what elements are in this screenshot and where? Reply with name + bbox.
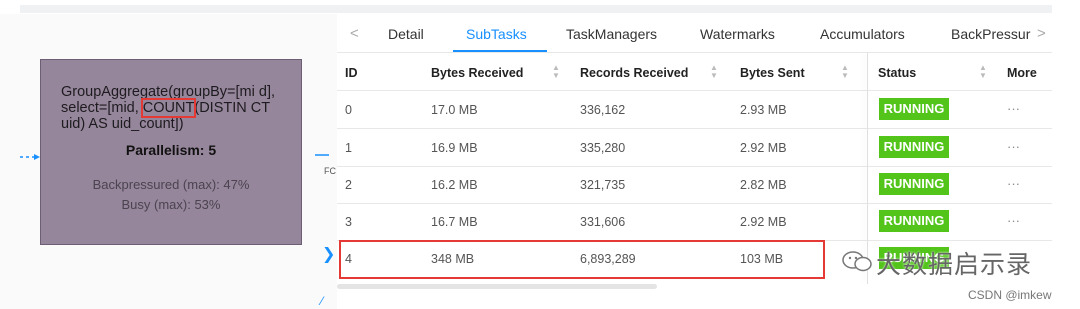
tab-accumulators[interactable]: Accumulators bbox=[820, 26, 905, 42]
top-scroll-band bbox=[20, 5, 1052, 13]
cell-bytes-received: 16.9 MB bbox=[431, 141, 478, 155]
table-row[interactable]: 2 16.2 MB 321,735 2.82 MB RUNNING ··· bbox=[337, 166, 1052, 204]
cell-bytes-sent: 2.92 MB bbox=[740, 141, 787, 155]
tab-next-icon[interactable]: > bbox=[1037, 25, 1046, 42]
busy-label: Busy (max): 53% bbox=[121, 197, 221, 212]
column-more: More bbox=[1007, 66, 1037, 80]
wechat-icon bbox=[842, 251, 872, 272]
cell-bytes-received: 16.2 MB bbox=[431, 178, 478, 192]
cell-id: 2 bbox=[345, 178, 352, 192]
status-badge: RUNNING bbox=[879, 210, 949, 232]
status-badge: RUNNING bbox=[879, 173, 949, 195]
sort-icon[interactable]: ▲ ▼ bbox=[710, 64, 718, 80]
column-bytes-received[interactable]: Bytes Received bbox=[431, 66, 523, 80]
credit-text: CSDN @imkew bbox=[968, 288, 1052, 302]
operator-name: GroupAggregate(groupBy=[mi d], select=[m… bbox=[61, 84, 275, 132]
tab-subtasks[interactable]: SubTasks bbox=[466, 26, 527, 42]
tab-taskmanagers[interactable]: TaskManagers bbox=[566, 26, 657, 42]
cell-records-received: 335,280 bbox=[580, 141, 626, 155]
status-badge: RUNNING bbox=[879, 98, 949, 120]
row-highlight-box bbox=[339, 240, 825, 279]
tab-watermarks[interactable]: Watermarks bbox=[700, 26, 775, 42]
cell-bytes-sent: 2.92 MB bbox=[740, 215, 787, 229]
tab-bar: < Detail SubTasks TaskManagers Watermark… bbox=[337, 14, 1052, 53]
chevron-icon[interactable]: ⁄ bbox=[321, 294, 323, 308]
more-menu-icon[interactable]: ··· bbox=[1007, 139, 1020, 154]
parallelism-label: Parallelism: 5 bbox=[125, 142, 217, 158]
column-id: ID bbox=[345, 66, 358, 80]
sort-icon[interactable]: ▲ ▼ bbox=[552, 64, 560, 80]
cell-bytes-sent: 2.93 MB bbox=[740, 103, 787, 117]
tab-prev-icon[interactable]: < bbox=[350, 25, 359, 42]
cell-id: 3 bbox=[345, 215, 352, 229]
column-status[interactable]: Status bbox=[878, 66, 916, 80]
more-menu-icon[interactable]: ··· bbox=[1007, 101, 1020, 116]
sort-icon[interactable]: ▲ ▼ bbox=[979, 64, 987, 80]
edge-label: FC bbox=[324, 166, 336, 176]
status-badge: RUNNING bbox=[879, 136, 949, 158]
cell-id: 1 bbox=[345, 141, 352, 155]
cell-records-received: 321,735 bbox=[580, 178, 626, 192]
chevron-right-icon[interactable]: ❯ bbox=[322, 244, 335, 264]
table-row[interactable]: 3 16.7 MB 331,606 2.92 MB RUNNING ··· bbox=[337, 203, 1052, 241]
count-highlight: COUNT bbox=[140, 98, 197, 118]
column-bytes-sent[interactable]: Bytes Sent bbox=[740, 66, 805, 80]
more-menu-icon[interactable]: ··· bbox=[1007, 213, 1020, 228]
more-menu-icon[interactable]: ··· bbox=[1007, 176, 1020, 191]
backpressured-label: Backpressured (max): 47% bbox=[92, 177, 250, 192]
horizontal-scrollbar[interactable] bbox=[337, 284, 657, 289]
outgoing-edge bbox=[315, 154, 329, 156]
tab-detail[interactable]: Detail bbox=[388, 26, 424, 42]
cell-bytes-received: 16.7 MB bbox=[431, 215, 478, 229]
table-row[interactable]: 1 16.9 MB 335,280 2.92 MB RUNNING ··· bbox=[337, 129, 1052, 167]
operator-node[interactable]: GroupAggregate(groupBy=[mi d], select=[m… bbox=[40, 59, 302, 245]
watermark-text: 大数据启示录 bbox=[876, 251, 1033, 279]
column-records-received[interactable]: Records Received bbox=[580, 66, 688, 80]
cell-records-received: 336,162 bbox=[580, 103, 626, 117]
sort-icon[interactable]: ▲ ▼ bbox=[841, 64, 849, 80]
cell-bytes-received: 17.0 MB bbox=[431, 103, 478, 117]
tab-backpressure[interactable]: BackPressur bbox=[951, 26, 1030, 42]
cell-id: 0 bbox=[345, 103, 352, 117]
cell-records-received: 331,606 bbox=[580, 215, 626, 229]
table-row[interactable]: 0 17.0 MB 336,162 2.93 MB RUNNING ··· bbox=[337, 91, 1052, 129]
cell-bytes-sent: 2.82 MB bbox=[740, 178, 787, 192]
